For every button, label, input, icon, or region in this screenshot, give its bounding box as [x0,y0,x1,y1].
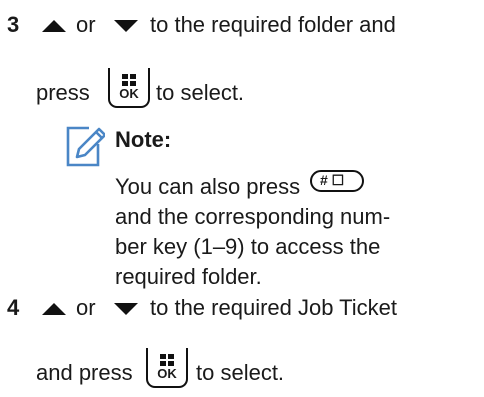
down-arrow-icon [114,303,138,315]
up-arrow-icon [42,303,66,315]
note-label: Note: [115,127,172,152]
step-3-line2-suffix: to select. [156,80,245,105]
ok-key-label: OK [119,86,139,101]
step-3-number: 3 [7,12,20,37]
step-4-connector: or [76,295,96,320]
menu-ok-key-icon: OK [108,68,150,108]
step-3-line1: to the required folder and [150,12,396,37]
note-line4: required folder. [115,264,262,289]
note-line3: ber key (1–9) to access the [115,234,381,259]
note-line2: and the corresponding num- [115,204,391,229]
ok-key-label: OK [157,366,177,381]
note-line1: You can also press [115,174,301,199]
step-3-line2-prefix: press [36,80,90,105]
note-pencil-icon [66,126,105,167]
menu-ok-key-icon: OK [146,348,188,388]
step-3-connector: or [76,12,96,37]
step-4-number: 4 [7,295,20,320]
step-4-line2-prefix: and press [36,360,133,385]
step-4-line1: to the required Job Ticket [150,295,398,320]
down-arrow-icon [114,20,138,32]
step-4-line2-suffix: to select. [196,360,285,385]
hash-key-icon: # ☐ [310,170,364,192]
up-arrow-icon [42,20,66,32]
